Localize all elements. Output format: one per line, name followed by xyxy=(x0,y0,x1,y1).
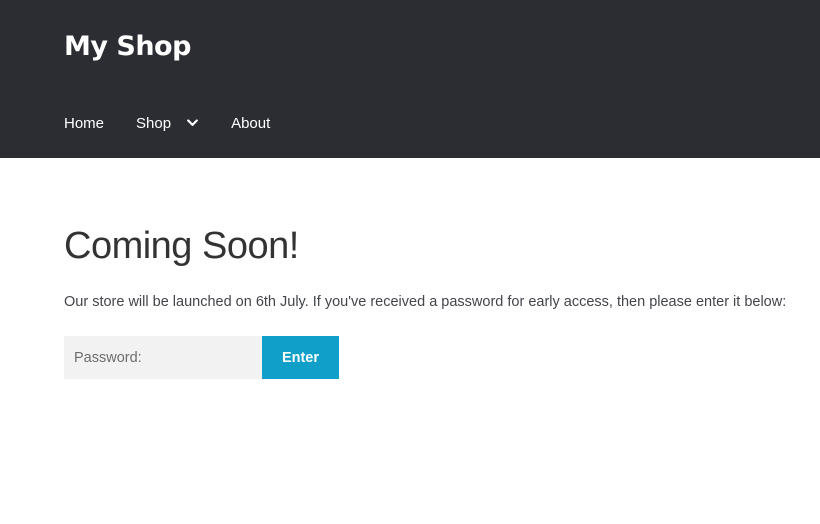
main-content: Coming Soon! Our store will be launched … xyxy=(64,158,787,379)
nav-item-shop[interactable]: Shop xyxy=(136,115,199,132)
chevron-down-icon[interactable] xyxy=(185,116,199,130)
password-form: Enter xyxy=(64,336,784,379)
nav-item-label: About xyxy=(231,114,271,132)
nav-item-about[interactable]: About xyxy=(231,115,270,132)
nav-item-label: Home xyxy=(64,114,105,132)
password-input[interactable] xyxy=(64,336,262,379)
nav-item-label: Shop xyxy=(136,114,172,132)
site-title[interactable]: My Shop xyxy=(64,31,191,62)
enter-button[interactable]: Enter xyxy=(262,336,339,379)
intro-text: Our store will be launched on 6th July. … xyxy=(64,294,787,310)
main-navigation: Home Shop About xyxy=(64,112,270,134)
site-header: My Shop Home Shop About xyxy=(0,0,820,158)
page-title: Coming Soon! xyxy=(64,225,299,267)
nav-item-home[interactable]: Home xyxy=(64,115,104,132)
